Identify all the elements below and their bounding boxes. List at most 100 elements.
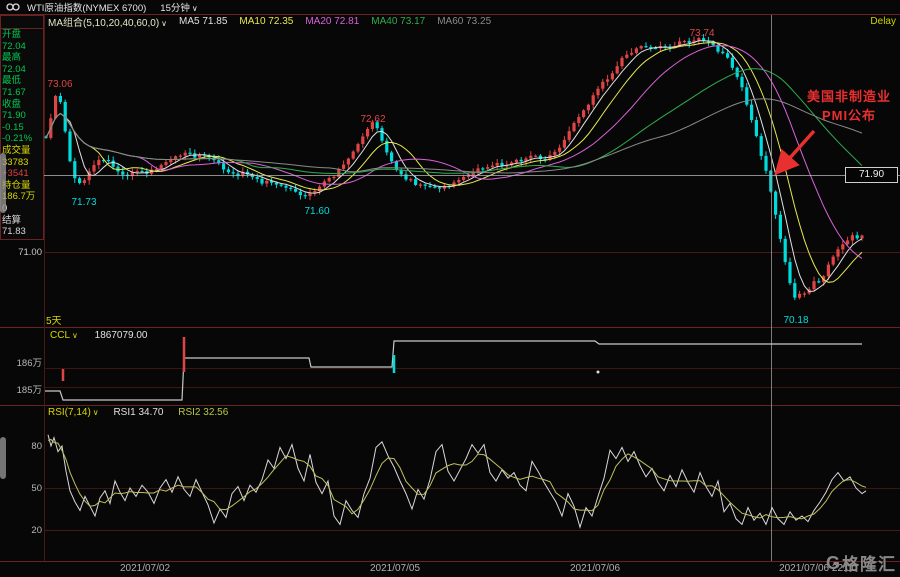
candle-body [409,179,412,180]
candle-body [491,166,494,168]
rsi-dropdown[interactable]: RSI(7,14)∨ [48,407,101,418]
candle-body [140,171,143,172]
x-axis-date-label: 2021/07/05 [325,563,465,574]
watermark-logo: G 格隆汇 [826,550,896,575]
candle-body [572,123,575,131]
candle-body [164,162,167,165]
candle-body [616,66,619,73]
candle-body [721,52,724,54]
ccl-line [45,341,862,400]
candle-body [390,152,393,161]
candle-body [304,195,307,196]
candle-body [107,160,110,161]
candle-body [644,46,647,47]
candle-body [731,58,734,68]
candle-body [851,235,854,240]
candle-body [812,281,815,289]
candle-body [414,179,417,185]
candle-body [553,152,556,155]
ma-line-MA60 [46,99,862,173]
ma-line-MA5 [46,41,862,292]
period-5day-button[interactable]: 5天 [46,312,62,327]
candle-body [620,58,623,66]
rsi-axis-label: 20 [24,525,42,536]
ccl-dropdown[interactable]: CCL∨ [50,330,81,341]
chart-canvas[interactable] [0,0,900,577]
candle-body [582,110,585,117]
screen-edge-artifact [0,153,6,213]
candle-body [534,156,537,157]
candle-body [54,96,57,118]
candle-body [78,178,81,183]
price-extreme-label: 71.60 [287,206,347,217]
main-price-panel [44,34,863,300]
candle-body [380,128,383,141]
x-axis-date-label: 2021/07/02 [75,563,215,574]
candle-body [232,172,235,173]
candle-body [347,159,350,165]
candle-body [577,117,580,123]
candle-body [68,131,71,161]
rsi1-value: RSI1 34.70 [113,407,163,418]
candle-body [774,192,777,215]
candle-body [481,168,484,169]
ccl-dot [597,371,600,374]
candle-body [558,148,561,152]
candle-body [750,105,753,120]
watermark-icon: G [826,554,840,572]
candle-body [611,73,614,79]
candle-body [640,46,643,48]
candle-body [112,161,115,167]
candle-body [836,249,839,256]
candle-body [294,189,297,192]
candle-body [275,183,278,185]
candle-body [222,163,225,169]
candle-body [726,53,729,57]
candle-body [606,79,609,81]
candle-body [793,283,796,298]
rsi2-line [48,440,866,519]
trading-chart-window: WTI原油指数(NYMEX 6700) 15分钟∨ 07062200 MA组合(… [0,0,900,577]
candle-body [587,105,590,111]
candle-body [160,165,163,169]
candle-body [803,294,806,295]
ma-line-MA20 [46,46,862,259]
candle-body [841,244,844,249]
rsi-axis-label: 80 [24,441,42,452]
candle-body [332,177,335,178]
candle-body [289,188,292,189]
candle-body [635,48,638,52]
candle-body [356,144,359,151]
candle-body [755,120,758,136]
candle-body [462,177,465,180]
candle-body [92,165,95,171]
candle-body [184,153,187,156]
candle-body [227,169,230,172]
ccl-panel [45,337,862,400]
candle-body [769,171,772,192]
candle-body [438,187,441,188]
candle-body [798,294,801,298]
current-price-tag: 71.90 [845,167,898,183]
candle-body [592,95,595,104]
price-extreme-label: 73.06 [30,79,90,90]
candle-body [83,180,86,183]
price-extreme-label: 72.62 [343,114,403,125]
candle-body [486,167,489,169]
price-extreme-label: 73.74 [672,28,732,39]
candle-body [179,156,182,157]
watermark-text: 格隆汇 [842,550,896,575]
price-extreme-label: 70.18 [766,315,826,326]
candle-body [188,153,191,154]
candle-body [625,55,628,58]
candle-body [419,185,422,186]
price-extreme-label: 71.73 [54,197,114,208]
candle-body [630,53,633,55]
candle-body [395,161,398,169]
candle-body [779,215,782,239]
candle-body [688,41,691,43]
candle-body [260,179,263,184]
ccl-value: 1867079.00 [95,330,148,341]
candle-body [764,156,767,171]
rsi2-value: RSI2 32.56 [178,407,228,418]
